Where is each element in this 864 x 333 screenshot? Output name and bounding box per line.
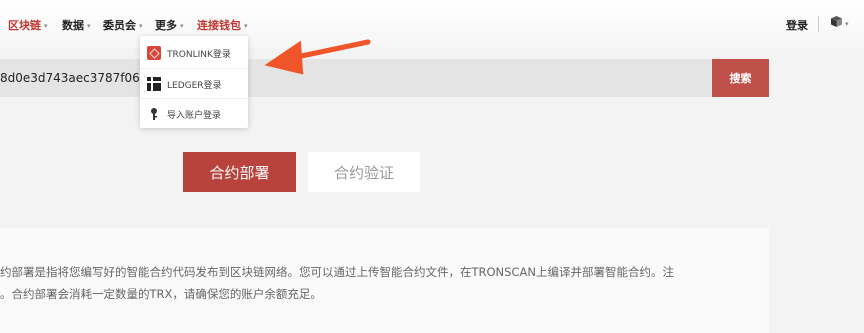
top-navbar: 区块链 ▾ 数据 ▾ 委员会 ▾ 更多 ▾ 连接钱包 ▾ 登录 ▾ (0, 0, 864, 48)
ledger-icon (147, 77, 161, 91)
chevron-down-icon: ▾ (87, 22, 91, 30)
nav-divider (818, 16, 819, 32)
dropdown-item-label: LEDGER登录 (167, 80, 222, 91)
deploy-contract-button[interactable]: 合约部署 (183, 152, 296, 192)
dropdown-item-ledger[interactable]: LEDGER登录 (140, 68, 248, 99)
nav-more[interactable]: 更多 ▾ (155, 17, 184, 33)
dropdown-item-label: TRONLINK登录 (167, 49, 231, 60)
description-panel: 约部署是指将您编写好的智能合约代码发布到区块链网络。您可以通过上传智能合约文件，… (0, 228, 769, 333)
search-button[interactable]: 搜索 (712, 59, 769, 97)
nav-connect-wallet-label: 连接钱包 (197, 19, 241, 32)
wallet-dropdown: TRONLINK登录 LEDGER登录 导入账户登录 (140, 36, 248, 128)
key-icon (147, 107, 161, 121)
chevron-down-icon: ▾ (180, 22, 184, 30)
verify-contract-button[interactable]: 合约验证 (308, 152, 420, 192)
nav-more-label: 更多 (155, 19, 177, 32)
dropdown-item-tronlink[interactable]: TRONLINK登录 (140, 38, 248, 68)
nav-blockchain-label: 区块链 (8, 19, 41, 32)
chevron-down-icon: ▾ (44, 22, 48, 30)
nav-blockchain[interactable]: 区块链 ▾ (8, 17, 48, 33)
login-link[interactable]: 登录 (786, 17, 808, 33)
nav-data-label: 数据 (62, 19, 84, 32)
tronlink-icon (147, 46, 161, 60)
chevron-down-icon: ▾ (845, 20, 849, 28)
language-selector[interactable]: ▾ (830, 15, 849, 29)
annotation-arrow-icon (264, 39, 371, 75)
description-line-1: 约部署是指将您编写好的智能合约代码发布到区块链网络。您可以通过上传智能合约文件，… (0, 265, 674, 279)
description-line-2: 。合约部署会消耗一定数量的TRX，请确保您的账户余额充足。 (0, 287, 322, 301)
dropdown-item-import-account[interactable]: 导入账户登录 (140, 98, 248, 129)
nav-committee-label: 委员会 (103, 19, 136, 32)
nav-data[interactable]: 数据 ▾ (62, 17, 91, 33)
dropdown-item-label: 导入账户登录 (167, 110, 222, 121)
nav-committee[interactable]: 委员会 ▾ (103, 17, 143, 33)
cube-icon (831, 16, 842, 27)
chevron-down-icon: ▾ (139, 22, 143, 30)
nav-connect-wallet[interactable]: 连接钱包 ▾ (197, 17, 248, 33)
chevron-down-icon: ▾ (244, 22, 248, 30)
